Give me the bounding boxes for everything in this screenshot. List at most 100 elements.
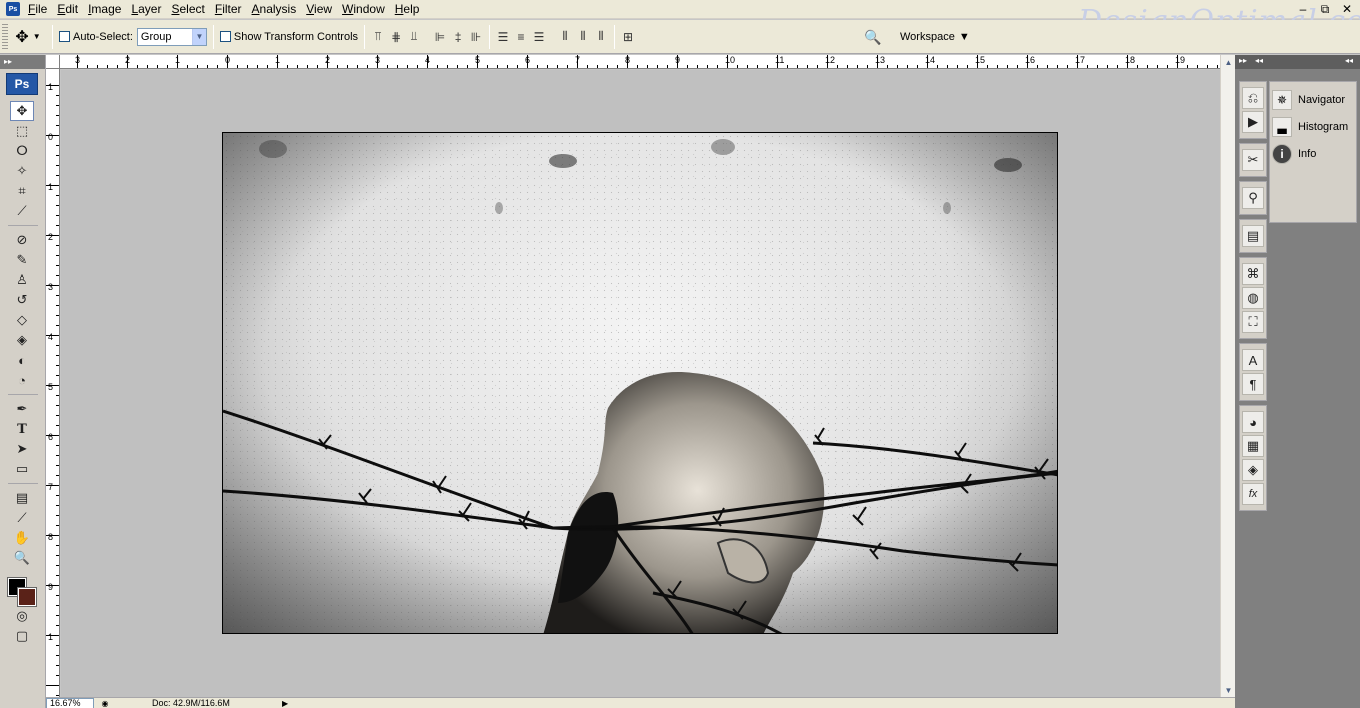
align-left-edges-icon[interactable]: ⊫ [433, 30, 447, 44]
panel-navigator[interactable]: ✵ Navigator [1270, 86, 1356, 113]
go-to-bridge-button[interactable]: 🔍 [862, 26, 884, 48]
rectangle-tool-icon[interactable]: ▭ [10, 459, 34, 479]
photoshop-app-icon[interactable]: Ps [6, 2, 20, 16]
ruler-tick-label: 5 [475, 55, 481, 65]
auto-select-dropdown[interactable]: Group ▼ [136, 27, 207, 46]
menu-filter[interactable]: Filter [211, 0, 248, 19]
crop-tool-icon[interactable]: ⌗ [10, 181, 34, 201]
collapse-icon[interactable]: ▸▸ [1239, 56, 1247, 65]
minimize-button[interactable]: – [1296, 2, 1310, 17]
zoom-level-field[interactable]: 16.67% [46, 697, 94, 708]
horizontal-ruler[interactable]: 3 2 1 0 1 2 3 4 5 6 7 8 9 10 11 12 13 14 15 16 17 18 19 [60, 55, 1220, 69]
auto-select-checkbox[interactable] [59, 31, 70, 42]
history-panel-icon[interactable]: ⎌ [1242, 87, 1264, 109]
blur-tool-icon[interactable]: ◐ [10, 350, 34, 370]
menu-window[interactable]: Window [338, 0, 391, 19]
align-horizontal-centers-icon[interactable]: ‡ [451, 30, 465, 44]
color-panel-icon[interactable]: ◍ [1242, 287, 1264, 309]
status-menu-arrow-icon[interactable]: ▶ [282, 699, 288, 708]
slice-tool-icon[interactable]: ⟋ [10, 201, 34, 221]
show-transform-checkbox[interactable] [219, 31, 231, 42]
eyedropper-tool-icon[interactable]: ⟋ [10, 508, 34, 528]
transform-panel-icon[interactable]: ⛶ [1242, 311, 1264, 333]
distribute-vertical-centers-icon[interactable]: ≡ [514, 30, 528, 44]
expand-icon[interactable]: ◂◂ [1255, 56, 1263, 65]
dodge-tool-icon[interactable]: ◔ [10, 370, 34, 390]
photo-artwork [223, 133, 1057, 633]
scroll-down-arrow-icon[interactable]: ▼ [1221, 683, 1236, 697]
ruler-tick-label: 1 [175, 55, 181, 65]
magic-wand-tool-icon[interactable]: ✧ [10, 161, 34, 181]
paint-bucket-tool-icon[interactable]: ◈ [10, 330, 34, 350]
auto-align-layers-icon[interactable]: ⊞ [621, 30, 635, 44]
zoom-tool-icon[interactable]: 🔍 [10, 548, 34, 568]
styles-panel-icon[interactable]: fx [1242, 483, 1264, 505]
tools-panel-header[interactable]: ▸▸ [0, 55, 45, 69]
photoshop-logo[interactable]: Ps [6, 73, 38, 95]
menu-file[interactable]: File [24, 0, 53, 19]
menu-view[interactable]: View [302, 0, 338, 19]
align-right-edges-icon[interactable]: ⊪ [469, 30, 483, 44]
distribute-buttons: ☰ ≡ ☰ ⫴ ⦀ ⫴ [496, 29, 608, 44]
document-image[interactable] [222, 132, 1058, 634]
grid-panel-icon[interactable]: ▦ [1242, 435, 1264, 457]
screen-mode-icon[interactable]: ▢ [10, 626, 34, 646]
restore-button[interactable]: ⧉ [1318, 2, 1332, 17]
scroll-up-arrow-icon[interactable]: ▲ [1221, 55, 1236, 69]
brush-tool-icon[interactable]: ✎ [10, 250, 34, 270]
healing-brush-tool-icon[interactable]: ⊘ [10, 230, 34, 250]
panel-histogram[interactable]: ▃ Histogram [1270, 113, 1356, 140]
marquee-tool-icon[interactable]: ⬚ [10, 121, 34, 141]
menu-layer[interactable]: Layer [127, 0, 167, 19]
type-tool-icon[interactable]: T [10, 419, 34, 439]
align-vertical-centers-icon[interactable]: ⋕ [389, 30, 403, 44]
history-brush-tool-icon[interactable]: ↺ [10, 290, 34, 310]
hand-tool-icon[interactable]: ✋ [10, 528, 34, 548]
panel-label: Info [1298, 147, 1317, 160]
menu-analysis[interactable]: Analysis [248, 0, 303, 19]
align-bottom-edges-icon[interactable]: ⫫ [407, 29, 421, 44]
path-selection-tool-icon[interactable]: ➤ [10, 439, 34, 459]
menu-help[interactable]: Help [391, 0, 426, 19]
distribute-bottom-icon[interactable]: ☰ [532, 30, 546, 44]
clone-stamp-tool-icon[interactable]: ♙ [10, 270, 34, 290]
tool-preset-picker[interactable]: ✥ ▼ [10, 24, 46, 50]
lasso-tool-icon[interactable]: ⵔ [10, 141, 34, 161]
options-bar-grip[interactable] [2, 23, 8, 50]
swatches-panel-icon[interactable]: ◕ [1242, 411, 1264, 433]
brushes-panel-icon[interactable]: ⌘ [1242, 263, 1264, 285]
workspace-menu-button[interactable]: Workspace ▼ [900, 26, 970, 48]
status-menu-icon[interactable]: ◉ [98, 698, 112, 708]
menu-image[interactable]: Image [84, 0, 127, 19]
menu-edit[interactable]: Edit [53, 0, 84, 19]
tool-presets-panel-icon[interactable]: ✂ [1242, 149, 1264, 171]
notes-tool-icon[interactable]: ▤ [10, 488, 34, 508]
layer-comps-panel-icon[interactable]: ▤ [1242, 225, 1264, 247]
distribute-left-icon[interactable]: ⫴ [558, 29, 572, 44]
distribute-right-icon[interactable]: ⫴ [594, 29, 608, 44]
separator [8, 483, 38, 484]
move-tool-icon[interactable]: ✥ [10, 101, 34, 121]
layers-panel-icon[interactable]: ◈ [1242, 459, 1264, 481]
background-color-swatch[interactable] [17, 587, 37, 607]
distribute-horizontal-centers-icon[interactable]: ⦀ [576, 29, 590, 44]
quick-mask-icon[interactable]: ◎ [10, 606, 34, 626]
expand-icon[interactable]: ◂◂ [1345, 56, 1353, 65]
canvas-area[interactable] [61, 70, 1220, 697]
menu-select[interactable]: Select [167, 0, 210, 19]
character-panel-icon[interactable]: A [1242, 349, 1264, 371]
actions-panel-icon[interactable]: ▶ [1242, 111, 1264, 133]
vertical-scrollbar[interactable]: ▲ ▼ [1220, 55, 1235, 697]
paragraph-panel-icon[interactable]: ¶ [1242, 373, 1264, 395]
pen-tool-icon[interactable]: ✒ [10, 399, 34, 419]
ruler-origin[interactable] [46, 55, 60, 69]
close-button[interactable]: ✕ [1340, 2, 1354, 17]
eraser-tool-icon[interactable]: ◇ [10, 310, 34, 330]
clone-source-panel-icon[interactable]: ⚲ [1242, 187, 1264, 209]
panel-info[interactable]: i Info [1270, 140, 1356, 167]
vertical-ruler[interactable]: 1 0 1 2 3 4 5 6 7 8 9 1 [46, 69, 60, 697]
distribute-top-icon[interactable]: ☰ [496, 30, 510, 44]
dock-header[interactable]: ▸▸ ◂◂ ◂◂ [1235, 55, 1360, 69]
ruler-tick-label: 12 [825, 55, 836, 65]
align-top-edges-icon[interactable]: ⫪ [371, 29, 385, 44]
